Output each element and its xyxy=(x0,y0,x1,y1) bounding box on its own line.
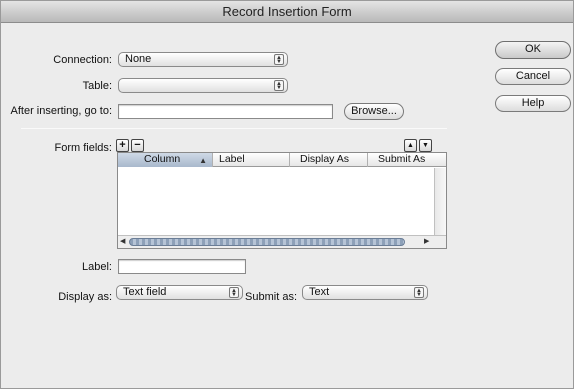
field-label-label: Label: xyxy=(82,261,112,273)
after-inserting-label: After inserting, go to: xyxy=(10,105,113,117)
vertical-scrollbar[interactable] xyxy=(434,168,446,236)
form-fields-table[interactable]: Column ▲ Label Display As Submit As ◀ ▶ xyxy=(117,152,447,249)
plus-icon[interactable]: + xyxy=(116,139,129,152)
table-label: Table: xyxy=(82,80,112,92)
cancel-button[interactable]: Cancel xyxy=(495,68,571,85)
popup-arrows-icon: ▲ ▼ xyxy=(414,287,424,298)
popup-arrows-icon: ▲ ▼ xyxy=(274,54,284,65)
minus-icon[interactable]: − xyxy=(131,139,144,152)
horizontal-scrollbar[interactable]: ◀ ▶ xyxy=(118,235,446,248)
ok-button[interactable]: OK xyxy=(495,41,571,59)
connection-label: Connection: xyxy=(53,54,112,66)
after-inserting-input[interactable] xyxy=(118,104,333,119)
column-header-display-as[interactable]: Display As xyxy=(290,153,368,167)
display-as-label: Display as: xyxy=(58,291,112,303)
record-insertion-dialog: Record Insertion Form Connection: None ▲… xyxy=(0,0,574,389)
submit-as-value: Text xyxy=(309,286,330,298)
sort-ascending-icon: ▲ xyxy=(199,156,207,165)
down-arrow-icon[interactable]: ▼ xyxy=(419,139,432,152)
window-title: Record Insertion Form xyxy=(1,1,573,23)
scroll-left-icon[interactable]: ◀ xyxy=(120,237,125,245)
connection-select[interactable]: None ▲ ▼ xyxy=(118,52,288,67)
display-as-select[interactable]: Text field ▲ ▼ xyxy=(116,285,243,300)
table-select[interactable]: ▲ ▼ xyxy=(118,78,288,93)
help-button[interactable]: Help xyxy=(495,95,571,112)
column-header-column[interactable]: Column ▲ xyxy=(118,153,213,167)
horizontal-scroll-thumb[interactable] xyxy=(129,238,405,246)
column-header-label[interactable]: Label xyxy=(213,153,290,167)
submit-as-label: Submit as: xyxy=(245,291,297,303)
table-header: Column ▲ Label Display As Submit As xyxy=(118,153,446,167)
field-label-input[interactable] xyxy=(118,259,246,274)
display-as-value: Text field xyxy=(123,286,167,298)
up-arrow-icon[interactable]: ▲ xyxy=(404,139,417,152)
submit-as-select[interactable]: Text ▲ ▼ xyxy=(302,285,428,300)
scroll-right-icon[interactable]: ▶ xyxy=(424,237,429,245)
column-header-column-label: Column xyxy=(144,153,181,165)
column-header-submit-as[interactable]: Submit As xyxy=(368,153,446,167)
connection-value: None xyxy=(125,53,152,65)
popup-arrows-icon: ▲ ▼ xyxy=(229,287,239,298)
browse-button[interactable]: Browse... xyxy=(344,103,404,120)
form-fields-label: Form fields: xyxy=(54,142,112,154)
separator xyxy=(21,128,447,129)
popup-arrows-icon: ▲ ▼ xyxy=(274,80,284,91)
